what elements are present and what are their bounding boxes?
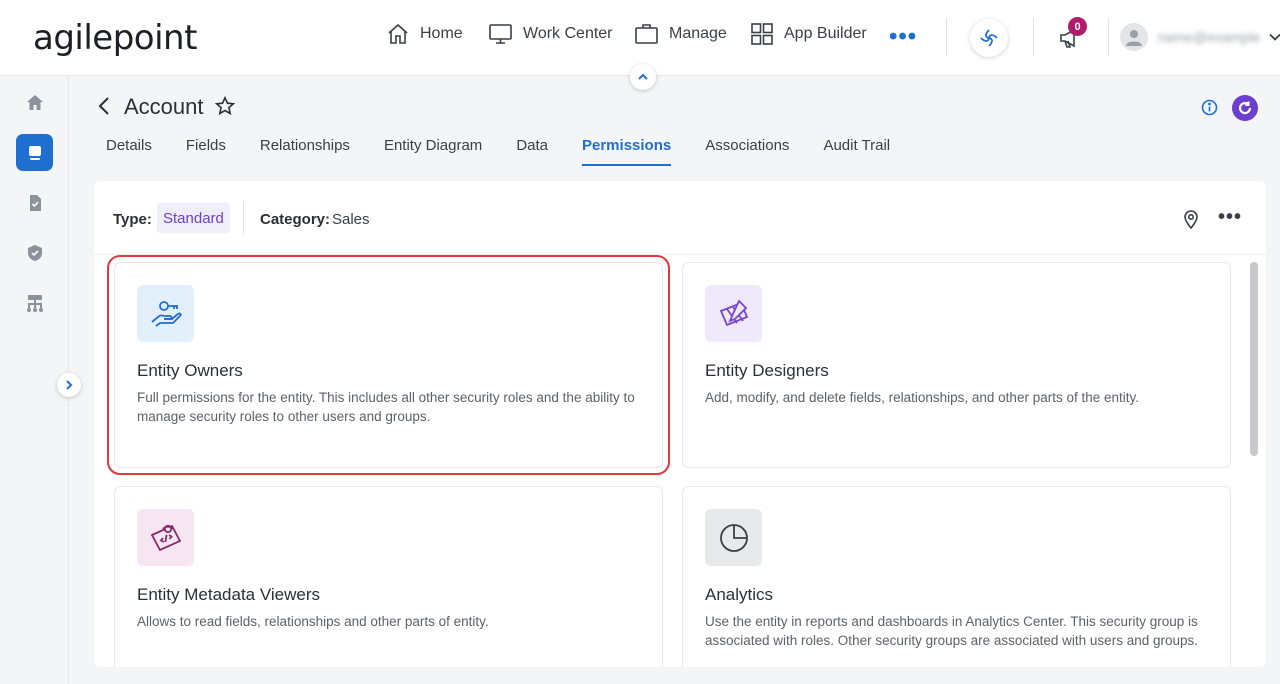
- nav-manage-label: Manage: [669, 25, 727, 42]
- nav-app-builder[interactable]: App Builder: [750, 22, 867, 46]
- card-description: Add, modify, and delete fields, relation…: [705, 390, 1140, 405]
- collapse-header-button[interactable]: [630, 64, 656, 90]
- rail-tasks[interactable]: [16, 184, 53, 221]
- nav-app-builder-label: App Builder: [784, 25, 867, 42]
- divider: [243, 201, 244, 235]
- avatar: [1120, 23, 1148, 51]
- tab-entity-diagram[interactable]: Entity Diagram: [384, 137, 482, 166]
- user-menu[interactable]: name@example: [1120, 23, 1280, 51]
- ai-assistant-button[interactable]: [970, 19, 1008, 57]
- monitor-icon: [28, 145, 41, 160]
- map-pin-icon: [1184, 210, 1198, 230]
- card-analytics[interactable]: Analytics Use the entity in reports and …: [682, 486, 1231, 667]
- card-title: Analytics: [705, 585, 774, 604]
- divider: [1108, 18, 1109, 56]
- chevron-right-icon: [66, 380, 73, 390]
- shield-icon: [27, 244, 42, 261]
- type-value: Standard: [157, 203, 230, 233]
- rail-home[interactable]: [16, 84, 53, 121]
- tab-audit-trail[interactable]: Audit Trail: [823, 137, 890, 166]
- tab-permissions[interactable]: Permissions: [582, 137, 672, 166]
- user-icon: [1126, 30, 1142, 46]
- nav-manage[interactable]: Manage: [634, 22, 727, 46]
- star-icon: [214, 95, 236, 116]
- nav-home-label: Home: [420, 25, 463, 42]
- spark-icon: [980, 29, 998, 47]
- category-label: Category:: [260, 211, 331, 228]
- card-title: Entity Owners: [137, 361, 243, 380]
- divider: [946, 18, 947, 56]
- page-title: Account: [124, 94, 204, 119]
- card-title: Entity Designers: [705, 361, 829, 380]
- card-entity-designers[interactable]: Entity Designers Add, modify, and delete…: [682, 262, 1231, 468]
- app-logo[interactable]: agilepoint: [33, 18, 197, 58]
- permissions-panel: Type: Standard Category: Sales ••• Entit…: [94, 181, 1266, 667]
- more-options-icon[interactable]: •••: [1218, 207, 1242, 227]
- chevron-up-icon: [638, 73, 648, 80]
- code-view-icon: [137, 509, 194, 566]
- card-description: Use the entity in reports and dashboards…: [705, 614, 1198, 648]
- card-title: Entity Metadata Viewers: [137, 585, 320, 604]
- divider: [1033, 18, 1034, 56]
- nav-work-center-label: Work Center: [523, 25, 613, 42]
- expand-rail-button[interactable]: [57, 373, 81, 397]
- tab-relationships[interactable]: Relationships: [260, 137, 350, 166]
- chevron-down-icon: [1269, 33, 1280, 41]
- chevron-left-icon: [98, 97, 109, 115]
- tab-data[interactable]: Data: [516, 137, 548, 166]
- document-check-icon: [29, 194, 41, 211]
- favorite-button[interactable]: [214, 95, 236, 121]
- info-button[interactable]: [1201, 99, 1218, 121]
- rail-security[interactable]: [16, 234, 53, 271]
- entity-tabs: Details Fields Relationships Entity Diag…: [106, 137, 924, 166]
- scrollbar-thumb[interactable]: [1250, 262, 1258, 456]
- grid-icon: [751, 23, 773, 45]
- monitor-icon: [489, 24, 512, 44]
- refresh-icon: [1238, 101, 1252, 115]
- nav-work-center[interactable]: Work Center: [488, 22, 613, 46]
- briefcase-icon: [635, 24, 658, 44]
- hierarchy-icon: [26, 294, 43, 312]
- card-description: Allows to read fields, relationships and…: [137, 614, 489, 629]
- notification-badge: 0: [1068, 17, 1087, 36]
- type-label: Type:: [113, 211, 152, 228]
- nav-home[interactable]: Home: [386, 22, 463, 46]
- key-hand-icon: [137, 285, 194, 342]
- user-name: name@example: [1158, 29, 1261, 45]
- pie-chart-icon: [705, 509, 762, 566]
- panel-header: Type: Standard Category: Sales •••: [94, 181, 1266, 255]
- card-entity-owners[interactable]: Entity Owners Full permissions for the e…: [107, 255, 670, 475]
- back-button[interactable]: [96, 96, 114, 121]
- card-description: Full permissions for the entity. This in…: [137, 390, 635, 424]
- tab-details[interactable]: Details: [106, 137, 152, 166]
- more-nav-icon[interactable]: •••: [889, 25, 917, 49]
- location-button[interactable]: [1183, 209, 1199, 234]
- refresh-button[interactable]: [1232, 95, 1258, 121]
- home-icon: [26, 94, 43, 110]
- design-tools-icon: [705, 285, 762, 342]
- rail-hierarchy[interactable]: [16, 284, 53, 321]
- tab-fields[interactable]: Fields: [186, 137, 226, 166]
- info-icon: [1201, 99, 1218, 116]
- tab-associations[interactable]: Associations: [705, 137, 789, 166]
- home-icon: [388, 23, 408, 44]
- category-value: Sales: [332, 211, 370, 228]
- rail-data-entities[interactable]: [16, 134, 53, 171]
- card-entity-metadata-viewers[interactable]: Entity Metadata Viewers Allows to read f…: [114, 486, 663, 667]
